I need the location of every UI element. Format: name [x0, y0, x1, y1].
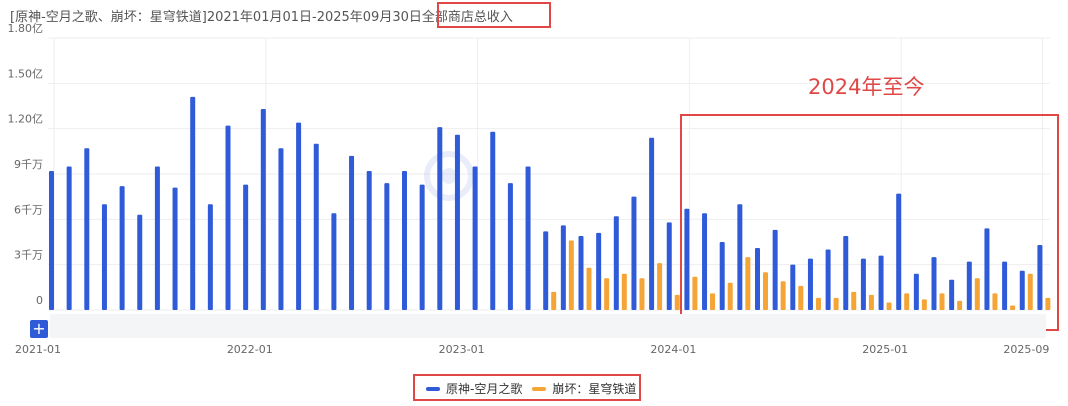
- bar-genshin[interactable]: [154, 166, 160, 310]
- y-tick-label: 0: [36, 294, 43, 307]
- bar-genshin[interactable]: [243, 184, 249, 310]
- legend-swatch-genshin: [426, 386, 440, 391]
- legend-item-genshin[interactable]: 原神-空月之歌: [426, 380, 522, 397]
- bar-genshin[interactable]: [596, 232, 602, 310]
- bar-genshin[interactable]: [666, 222, 672, 310]
- bar-genshin[interactable]: [454, 134, 460, 310]
- bar-genshin[interactable]: [49, 170, 54, 310]
- bar-genshin[interactable]: [313, 143, 319, 310]
- bar-genshin[interactable]: [137, 214, 143, 310]
- x-tick-label: 2022-01: [227, 343, 273, 356]
- y-tick-label: 1.50亿: [8, 67, 44, 80]
- bar-hsr[interactable]: [674, 294, 680, 310]
- bar-genshin[interactable]: [419, 184, 425, 310]
- bar-genshin[interactable]: [525, 166, 531, 310]
- x-tick-label: 2021-01: [15, 343, 61, 356]
- y-tick-label: 3千万: [14, 249, 43, 262]
- watermark-logo: [424, 151, 474, 201]
- bar-genshin[interactable]: [207, 204, 213, 310]
- bar-hsr[interactable]: [604, 278, 610, 310]
- bar-genshin[interactable]: [631, 196, 637, 310]
- bar-hsr[interactable]: [586, 267, 592, 310]
- bar-genshin[interactable]: [84, 148, 90, 310]
- annotation-text: 2024年至今: [808, 75, 925, 99]
- zoom-slider-track[interactable]: [50, 314, 1046, 338]
- y-tick-label: 6千万: [14, 203, 43, 216]
- bar-genshin[interactable]: [560, 225, 566, 310]
- bar-genshin[interactable]: [384, 183, 390, 310]
- bar-genshin[interactable]: [66, 166, 72, 310]
- x-tick-label: 2025-09: [1003, 343, 1049, 356]
- bar-genshin[interactable]: [578, 235, 584, 310]
- bar-genshin[interactable]: [490, 131, 496, 310]
- bar-genshin[interactable]: [649, 137, 655, 310]
- bar-genshin[interactable]: [101, 204, 107, 310]
- bar-genshin[interactable]: [119, 186, 125, 310]
- y-axis-ticks: 0 3千万 6千万 9千万 1.20亿 1.50亿 1.80亿: [8, 22, 44, 307]
- bar-genshin[interactable]: [331, 213, 337, 310]
- bar-genshin[interactable]: [190, 96, 196, 310]
- bar-genshin[interactable]: [543, 231, 549, 310]
- y-tick-label: 1.20亿: [8, 113, 44, 126]
- annotation-highlight-box: [680, 114, 1059, 331]
- bar-genshin[interactable]: [260, 109, 266, 311]
- x-tick-label: 2023-01: [439, 343, 485, 356]
- x-axis-ticks: 2021-01 2022-01 2023-01 2024-01 2025-01 2025-…: [15, 343, 1049, 356]
- bar-genshin[interactable]: [349, 155, 355, 310]
- legend-label-hsr: 崩坏：星穹铁道: [552, 382, 637, 396]
- bar-genshin[interactable]: [172, 187, 178, 310]
- bar-hsr[interactable]: [568, 240, 574, 310]
- legend: 原神-空月之歌 崩坏：星穹铁道: [426, 380, 646, 397]
- bar-hsr[interactable]: [621, 273, 627, 310]
- bar-hsr[interactable]: [551, 291, 557, 310]
- y-tick-label: 9千万: [14, 158, 43, 171]
- legend-label-genshin: 原神-空月之歌: [446, 382, 523, 396]
- bar-genshin[interactable]: [366, 170, 372, 310]
- bar-genshin[interactable]: [437, 127, 443, 311]
- x-tick-label: 2025-01: [862, 343, 908, 356]
- bar-genshin[interactable]: [278, 148, 284, 310]
- bar-genshin[interactable]: [296, 122, 302, 310]
- bar-genshin[interactable]: [507, 183, 513, 310]
- bar-genshin[interactable]: [472, 166, 478, 310]
- legend-item-hsr[interactable]: 崩坏：星穹铁道: [532, 380, 636, 397]
- bar-hsr[interactable]: [657, 263, 663, 310]
- zoom-expand-button[interactable]: +: [30, 320, 48, 338]
- bar-genshin[interactable]: [402, 170, 407, 310]
- bar-genshin[interactable]: [225, 125, 231, 311]
- x-tick-label: 2024-01: [650, 343, 696, 356]
- bar-genshin[interactable]: [613, 216, 619, 310]
- legend-swatch-hsr: [532, 386, 547, 391]
- y-tick-label: 1.80亿: [8, 22, 44, 35]
- bar-hsr[interactable]: [639, 278, 645, 310]
